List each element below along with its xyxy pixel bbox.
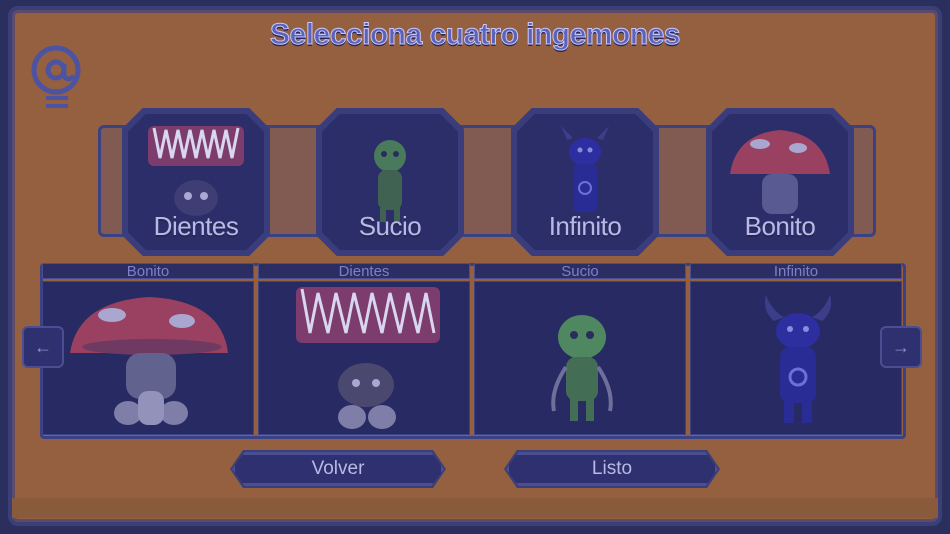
back-button[interactable]: Volver <box>232 452 444 486</box>
roster-card-label: Bonito <box>42 263 254 279</box>
selected-slot-label: Sucio <box>358 211 422 241</box>
selected-slot-label: Infinito <box>548 211 622 241</box>
roster-card-2[interactable]: Dientes <box>258 263 470 435</box>
selected-slot-label: Bonito <box>744 211 816 241</box>
screen-title: Selecciona cuatro ingemones <box>270 18 681 52</box>
roster-card-3[interactable]: Sucio <box>474 263 686 435</box>
at-sign-icon[interactable] <box>28 44 84 112</box>
green-creature-icon <box>551 315 613 421</box>
selected-slot-label: Dientes <box>153 211 239 241</box>
selected-slot-1[interactable]: Dientes <box>122 108 270 256</box>
teeth-creature-icon <box>296 287 440 429</box>
mushroom-creature-icon <box>70 297 228 425</box>
selected-slot-4[interactable]: Bonito <box>706 108 854 256</box>
selected-slot-2[interactable]: Sucio <box>316 108 464 256</box>
roster-card-label: Dientes <box>258 263 470 279</box>
screen: Selecciona cuatro ingemones Dientes Suci <box>0 0 950 534</box>
selected-slot-3[interactable]: Infinito <box>511 108 659 256</box>
roster-card-label: Sucio <box>474 263 686 279</box>
roster-card-4[interactable]: Infinito <box>690 263 902 435</box>
ready-button[interactable]: Listo <box>506 452 718 486</box>
roster-card-label: Infinito <box>690 263 902 279</box>
roster-card-1[interactable]: Bonito <box>42 263 254 435</box>
arrow-right-icon[interactable]: → <box>880 326 922 368</box>
horned-creature-icon <box>765 295 831 423</box>
panel-footer <box>12 498 938 518</box>
arrow-left-icon[interactable]: ← <box>22 326 64 368</box>
